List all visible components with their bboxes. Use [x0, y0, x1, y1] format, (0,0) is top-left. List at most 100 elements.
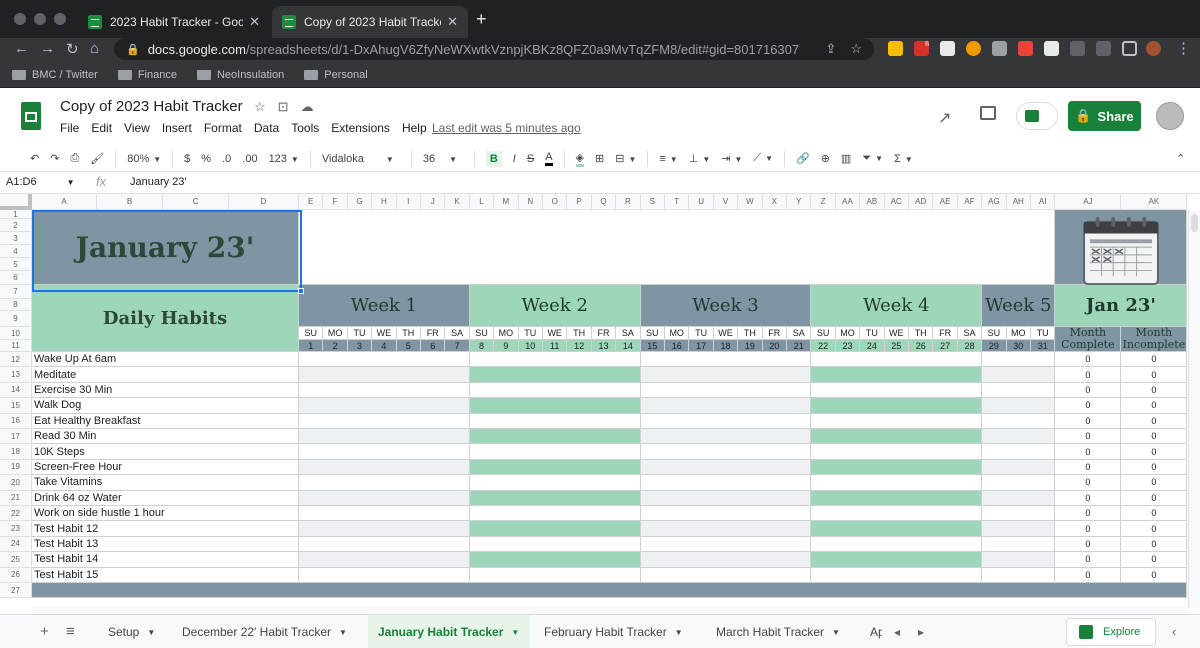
menu-insert[interactable]: Insert	[162, 121, 192, 135]
row-header[interactable]: 22	[0, 506, 32, 522]
column-header[interactable]: AH	[1006, 194, 1031, 210]
month-complete-count[interactable]: 0	[1055, 382, 1122, 399]
scroll-tabs-left-icon[interactable]: ◂	[894, 625, 900, 639]
month-incomplete-count[interactable]: 0	[1121, 567, 1188, 583]
column-header[interactable]: R	[616, 194, 641, 210]
row-header[interactable]: 10	[0, 327, 32, 340]
column-header[interactable]: M	[494, 194, 519, 210]
extension-badge-icon[interactable]: 8	[914, 41, 929, 56]
row-header[interactable]: 9	[0, 311, 32, 327]
habit-name-cell[interactable]: Read 30 Min	[32, 429, 299, 445]
date-cell[interactable]: 3	[347, 340, 373, 352]
month-incomplete-count[interactable]: 0	[1121, 398, 1188, 414]
habit-week-cells[interactable]	[299, 536, 470, 553]
menu-data[interactable]: Data	[254, 121, 279, 135]
date-cell[interactable]: 5	[396, 340, 421, 352]
month-incomplete-count[interactable]: 0	[1121, 506, 1188, 522]
italic-button[interactable]: I	[513, 153, 516, 165]
weekday-cell[interactable]: TH	[396, 327, 421, 340]
month-complete-count[interactable]: 0	[1055, 475, 1122, 491]
column-header[interactable]: N	[518, 194, 543, 210]
habit-week-cells[interactable]	[811, 398, 983, 414]
all-sheets-icon[interactable]: ≡	[66, 623, 75, 640]
month-complete-count[interactable]: 0	[1055, 413, 1122, 429]
habit-week-cells[interactable]	[640, 444, 812, 460]
weekday-cell[interactable]: SU	[982, 327, 1007, 340]
date-cell[interactable]: 2	[323, 340, 348, 352]
column-header[interactable]: S	[640, 194, 665, 210]
date-cell[interactable]: 28	[957, 340, 983, 352]
close-tab-icon[interactable]: ✕	[447, 14, 458, 30]
date-cell[interactable]: 26	[909, 340, 934, 352]
habit-week-cells[interactable]	[469, 506, 641, 522]
sheet-tab[interactable]: Setup ▼	[98, 615, 165, 648]
date-cell[interactable]: 22	[811, 340, 836, 352]
week-header[interactable]: Week 1	[299, 285, 470, 327]
month-incomplete-count[interactable]: 0	[1121, 475, 1188, 491]
weekday-cell[interactable]: TU	[860, 327, 885, 340]
column-header[interactable]: O	[543, 194, 568, 210]
column-header[interactable]: J	[421, 194, 446, 210]
url-input[interactable]: 🔒 docs.google.com /spreadsheets/d/1-DxAh…	[114, 38, 874, 60]
scrollbar-thumb[interactable]	[1191, 214, 1198, 232]
column-header[interactable]: AE	[933, 194, 958, 210]
row-header[interactable]: 26	[0, 567, 32, 583]
column-header[interactable]: V	[713, 194, 739, 210]
habit-week-cells[interactable]	[469, 429, 641, 445]
habit-week-cells[interactable]	[469, 567, 641, 583]
habit-week-cells[interactable]	[982, 413, 1056, 429]
habit-week-cells[interactable]	[640, 398, 812, 414]
month-summary-header[interactable]: Jan 23'	[1055, 285, 1188, 327]
row-header[interactable]: 12	[0, 352, 32, 368]
habit-week-cells[interactable]	[640, 382, 812, 399]
redo-icon[interactable]: ↷	[50, 152, 59, 165]
date-cell[interactable]: 27	[933, 340, 958, 352]
menu-help[interactable]: Help	[402, 121, 427, 135]
column-header[interactable]: AF	[957, 194, 983, 210]
print-icon[interactable]: ⎙	[70, 152, 79, 165]
weekday-cell[interactable]: WE	[372, 327, 397, 340]
weekday-cell[interactable]: SU	[811, 327, 836, 340]
weekday-cell[interactable]: SU	[640, 327, 665, 340]
column-header[interactable]: AB	[860, 194, 885, 210]
date-cell[interactable]: 12	[567, 340, 592, 352]
column-header[interactable]: A	[32, 194, 97, 210]
weekday-cell[interactable]: WE	[713, 327, 739, 340]
column-header[interactable]: K	[445, 194, 470, 210]
habit-week-cells[interactable]	[299, 413, 470, 429]
column-header[interactable]: T	[665, 194, 690, 210]
week-header[interactable]: Week 4	[811, 285, 983, 327]
weekday-cell[interactable]: SA	[616, 327, 641, 340]
habit-week-cells[interactable]	[811, 444, 983, 460]
habit-week-cells[interactable]	[469, 490, 641, 506]
weekday-cell[interactable]: TU	[1031, 327, 1056, 340]
add-sheet-icon[interactable]: +	[40, 623, 49, 640]
month-complete-count[interactable]: 0	[1055, 490, 1122, 506]
habit-week-cells[interactable]	[469, 444, 641, 460]
habit-week-cells[interactable]	[640, 536, 812, 553]
habit-week-cells[interactable]	[640, 367, 812, 383]
browser-tab-active[interactable]: Copy of 2023 Habit Tracker - Google Shee…	[272, 6, 468, 38]
row-header[interactable]: 8	[0, 299, 32, 311]
sheet-tab[interactable]: December 22' Habit Tracker ▼	[172, 615, 357, 648]
habit-week-cells[interactable]	[982, 567, 1056, 583]
insert-link-icon[interactable]: 🔗	[796, 152, 810, 165]
habit-name-cell[interactable]: Work on side hustle 1 hour	[32, 506, 299, 522]
habit-week-cells[interactable]	[299, 367, 470, 383]
row-header[interactable]: 25	[0, 552, 32, 568]
weekday-cell[interactable]: TH	[909, 327, 934, 340]
weekday-cell[interactable]: FR	[591, 327, 617, 340]
side-panel-toggle-icon[interactable]: ‹	[1172, 624, 1176, 639]
column-header[interactable]: AA	[835, 194, 861, 210]
weekday-cell[interactable]: TH	[738, 327, 763, 340]
week-header[interactable]: Week 3	[640, 285, 812, 327]
extension-icon[interactable]	[1044, 41, 1059, 56]
habit-week-cells[interactable]	[811, 413, 983, 429]
meet-icon[interactable]	[1016, 102, 1058, 130]
extension-icon[interactable]	[966, 41, 981, 56]
habit-name-cell[interactable]: Exercise 30 Min	[32, 382, 299, 399]
row-header[interactable]: 16	[0, 413, 32, 429]
habit-week-cells[interactable]	[299, 382, 470, 399]
weekday-cell[interactable]: MO	[835, 327, 861, 340]
bold-button[interactable]: B	[485, 150, 502, 167]
